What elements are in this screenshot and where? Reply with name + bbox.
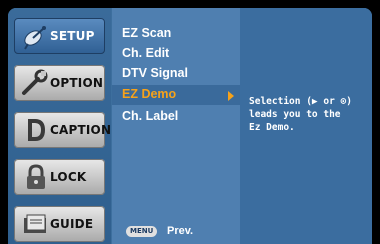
sidebar-item-label: GUIDE xyxy=(50,217,94,231)
sidebar-item-label: SETUP xyxy=(50,29,95,43)
category-sidebar: SETUP OPTION CAPTION LOCK GUIDE xyxy=(8,8,111,244)
sidebar-item-label: CAPTION xyxy=(50,123,112,137)
submenu-arrow-icon xyxy=(228,91,234,101)
menu-item-ez-demo[interactable]: EZ Demo xyxy=(112,85,240,105)
guide-book-icon xyxy=(24,214,46,233)
sidebar-item-caption[interactable]: CAPTION xyxy=(14,112,111,148)
menu-item-label: EZ Scan xyxy=(122,26,172,40)
footer-hint: MENU Prev. xyxy=(112,222,240,244)
sidebar-item-setup[interactable]: SETUP xyxy=(14,18,105,54)
sidebar-item-guide[interactable]: GUIDE xyxy=(14,206,105,242)
menu-item-ez-scan[interactable]: EZ Scan xyxy=(112,24,240,44)
setup-menu-window: SETUP OPTION CAPTION LOCK GUIDE EZ Scan … xyxy=(8,8,372,244)
menu-item-ch-edit[interactable]: Ch. Edit xyxy=(112,44,240,64)
wrench-icon xyxy=(22,69,48,95)
sidebar-item-option[interactable]: OPTION xyxy=(14,65,105,101)
prev-label: Prev. xyxy=(167,225,194,237)
description-panel: Selection (▶ or ⊙) leads you to the Ez D… xyxy=(240,8,372,244)
tv-screen: SETUP OPTION CAPTION LOCK GUIDE EZ Scan … xyxy=(0,0,380,244)
menu-item-dtv-signal[interactable]: DTV Signal xyxy=(112,64,240,84)
sidebar-item-lock[interactable]: LOCK xyxy=(14,159,105,195)
menu-item-label: Ch. Label xyxy=(122,109,179,123)
sidebar-item-label: OPTION xyxy=(50,76,104,90)
sidebar-item-label: LOCK xyxy=(50,170,87,184)
description-text: Selection (▶ or ⊙) leads you to the Ez D… xyxy=(249,96,352,133)
padlock-icon xyxy=(27,164,45,189)
menu-item-ch-label[interactable]: Ch. Label xyxy=(112,107,240,127)
menu-item-label: DTV Signal xyxy=(122,66,188,80)
menu-item-label: Ch. Edit xyxy=(122,46,170,60)
caption-d-icon xyxy=(28,119,45,141)
menu-key-icon: MENU xyxy=(126,226,158,237)
setup-submenu: EZ Scan Ch. Edit DTV Signal EZ Demo Ch. … xyxy=(112,8,240,244)
menu-item-label: EZ Demo xyxy=(122,87,177,101)
satellite-dish-icon xyxy=(24,26,46,50)
